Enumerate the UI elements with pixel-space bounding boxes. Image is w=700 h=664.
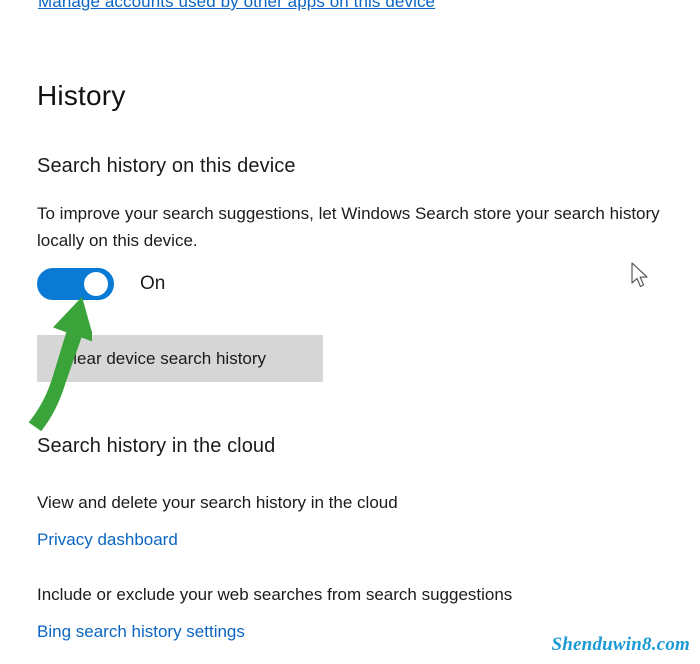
watermark: Shenduwin8.com bbox=[551, 634, 690, 655]
search-history-cloud-description: View and delete your search history in t… bbox=[37, 493, 398, 512]
settings-page: Manage accounts used by other apps on th… bbox=[0, 0, 700, 664]
search-history-device-heading: Search history on this device bbox=[37, 155, 296, 177]
page-title: History bbox=[37, 80, 126, 111]
toggle-state-label: On bbox=[140, 273, 166, 294]
bing-search-history-settings-link[interactable]: Bing search history settings bbox=[37, 622, 245, 642]
manage-accounts-link[interactable]: Manage accounts used by other apps on th… bbox=[38, 0, 435, 12]
clear-device-search-history-button[interactable]: Clear device search history bbox=[37, 335, 323, 382]
privacy-dashboard-link[interactable]: Privacy dashboard bbox=[37, 530, 178, 550]
search-history-device-description: To improve your search suggestions, let … bbox=[37, 204, 660, 250]
search-history-cloud-heading: Search history in the cloud bbox=[37, 435, 276, 457]
toggle-switch-on-icon[interactable] bbox=[37, 268, 114, 300]
mouse-pointer-icon bbox=[631, 262, 648, 288]
toggle-knob bbox=[84, 272, 108, 296]
search-history-toggle-row[interactable]: On bbox=[37, 268, 165, 300]
include-exclude-description: Include or exclude your web searches fro… bbox=[37, 585, 513, 604]
